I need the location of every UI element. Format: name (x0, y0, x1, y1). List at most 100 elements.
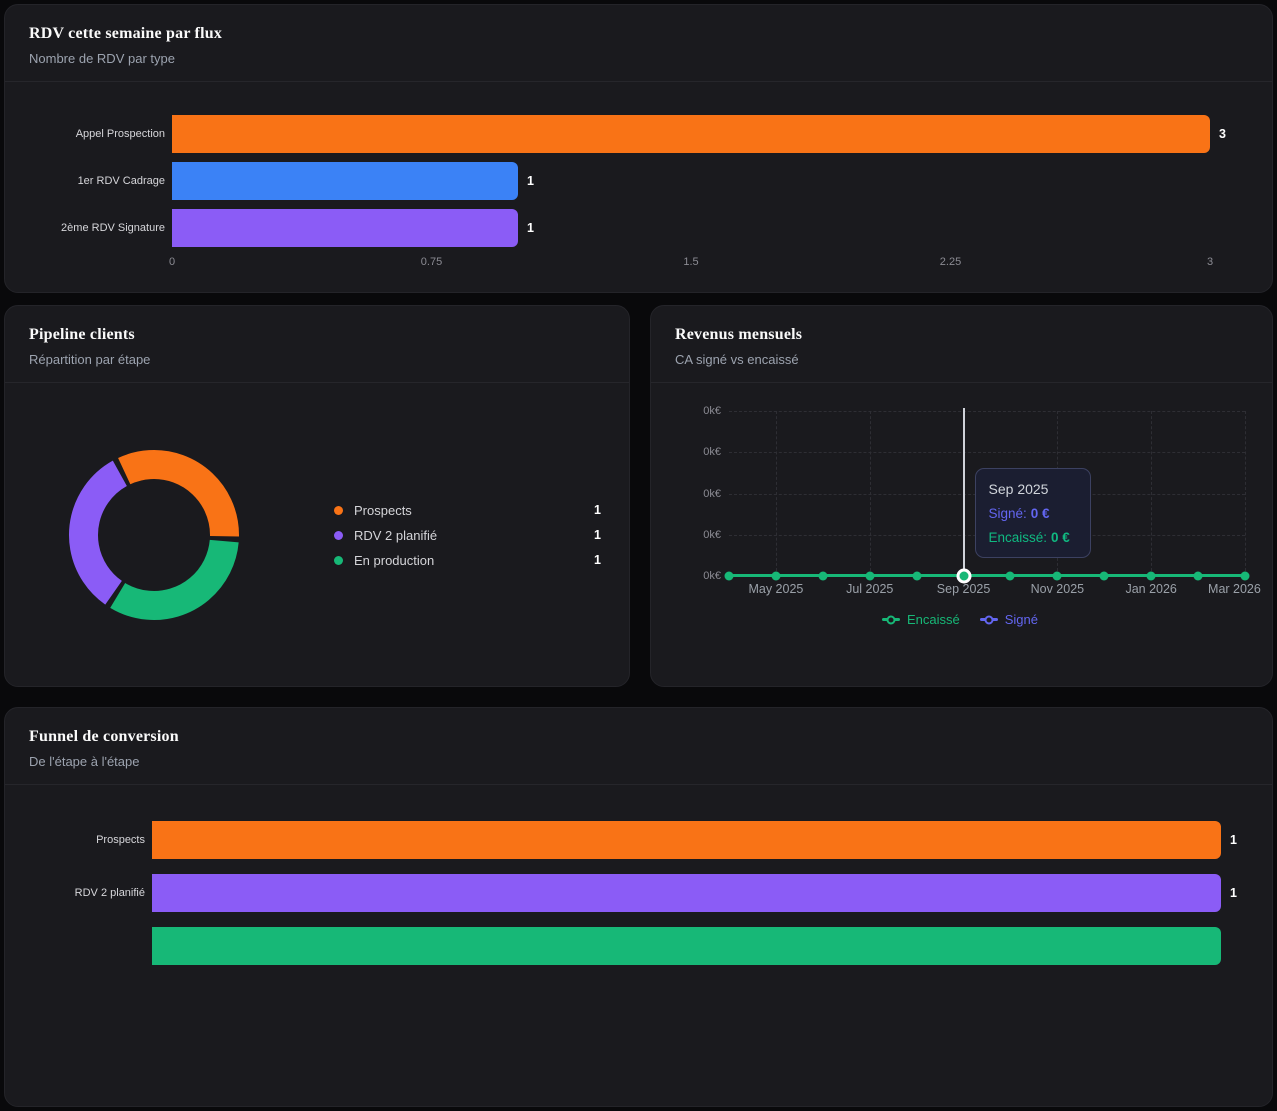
y-axis-tick: 0k€ (703, 529, 721, 541)
bar-category-label: Prospects (29, 833, 145, 847)
legend-dot-icon (334, 556, 343, 565)
x-axis-tick: 0 (169, 256, 175, 268)
data-point[interactable] (1100, 572, 1109, 581)
bar-category-label: RDV 2 planifié (29, 886, 145, 900)
data-point-active-sep-2025[interactable] (956, 569, 971, 584)
funnel-bar-chart: Prospects 1 RDV 2 planifié 1 (5, 785, 1272, 965)
revenus-body: 0k€ 0k€ 0k€ 0k€ 0k€ (651, 383, 1272, 627)
legend-item-prospects[interactable]: Prospects 1 (334, 498, 601, 523)
bar-third-stage[interactable] (152, 927, 1221, 965)
gridline (776, 411, 777, 576)
plot-area[interactable]: Sep 2025 Signé:0 € Encaissé:0 € (729, 411, 1245, 576)
x-axis-label: Jan 2026 (1125, 582, 1176, 596)
rdv-week-card: RDV cette semaine par flux Nombre de RDV… (4, 4, 1273, 293)
revenus-card-header: Revenus mensuels CA signé vs encaissé (651, 306, 1272, 383)
legend-dot-icon (334, 531, 343, 540)
y-axis-tick: 0k€ (703, 488, 721, 500)
legend-label: Signé (1005, 612, 1038, 627)
bar-1er-rdv-cadrage[interactable] (172, 162, 518, 200)
x-axis-track: May 2025 Jul 2025 Sep 2025 Nov 2025 Jan … (729, 582, 1245, 598)
bar-category-label: 2ème RDV Signature (29, 221, 165, 235)
legend-dot-icon (334, 506, 343, 515)
legend-value: 1 (594, 553, 601, 567)
x-axis-tick: 1.5 (683, 256, 698, 268)
x-axis: 0 0.75 1.5 2.25 3 (29, 256, 1210, 270)
pipeline-card: Pipeline clients Répartition par étape P… (4, 305, 630, 687)
pipeline-card-title: Pipeline clients (29, 325, 605, 345)
line-marker-icon (882, 618, 900, 621)
bar-rdv2-planifie[interactable] (152, 874, 1221, 912)
x-axis-label: Jul 2025 (846, 582, 893, 596)
line-chart-legend: Encaissé Signé (675, 612, 1245, 627)
bar-category-label: Appel Prospection (29, 127, 165, 141)
bar-track: 1 (152, 821, 1221, 859)
data-point[interactable] (1194, 572, 1203, 581)
bar-row: Prospects 1 (29, 821, 1221, 859)
bar-track: 1 (152, 874, 1221, 912)
bar-prospects[interactable] (152, 821, 1221, 859)
legend-item-en-production[interactable]: En production 1 (334, 548, 601, 573)
series-line-encaisse[interactable] (729, 574, 1245, 577)
data-point[interactable] (912, 572, 921, 581)
bar-value: 1 (527, 174, 534, 188)
gridline (1151, 411, 1152, 576)
dashboard-page: RDV cette semaine par flux Nombre de RDV… (0, 0, 1277, 1111)
legend-label: En production (354, 553, 434, 568)
bar-row: 2ème RDV Signature 1 (29, 209, 1210, 247)
donut-chart[interactable] (66, 447, 242, 623)
revenus-card-subtitle: CA signé vs encaissé (675, 352, 1248, 367)
tooltip-encaisse-value: 0 € (1051, 530, 1070, 545)
tooltip-signe-label: Signé: (989, 506, 1027, 521)
legend-item-encaisse[interactable]: Encaissé (882, 612, 960, 627)
data-point[interactable] (1006, 572, 1015, 581)
legend-value: 1 (594, 503, 601, 517)
bar-category-label: 1er RDV Cadrage (29, 174, 165, 188)
bar-row: 1er RDV Cadrage 1 (29, 162, 1210, 200)
data-point[interactable] (865, 572, 874, 581)
bar-track: 1 (172, 162, 1210, 200)
legend-item-signe[interactable]: Signé (980, 612, 1038, 627)
x-axis: May 2025 Jul 2025 Sep 2025 Nov 2025 Jan … (675, 582, 1245, 598)
chart-tooltip: Sep 2025 Signé:0 € Encaissé:0 € (975, 468, 1091, 558)
data-point[interactable] (771, 572, 780, 581)
bar-value: 1 (527, 221, 534, 235)
bar-track: 3 (172, 115, 1210, 153)
y-axis: 0k€ 0k€ 0k€ 0k€ 0k€ (675, 411, 729, 576)
data-point[interactable] (1053, 572, 1062, 581)
legend-value: 1 (594, 528, 601, 542)
hover-crosshair (963, 408, 965, 576)
x-axis-tick: 3 (1207, 256, 1213, 268)
rdv-card-header: RDV cette semaine par flux Nombre de RDV… (5, 5, 1272, 82)
bar-appel-prospection[interactable] (172, 115, 1210, 153)
revenus-card: Revenus mensuels CA signé vs encaissé 0k… (650, 305, 1273, 687)
x-axis-label: May 2025 (748, 582, 803, 596)
data-point[interactable] (725, 572, 734, 581)
funnel-card: Funnel de conversion De l'étape à l'étap… (4, 707, 1273, 1107)
line-marker-icon (980, 618, 998, 621)
legend-label: Encaissé (907, 612, 960, 627)
data-point[interactable] (818, 572, 827, 581)
data-point[interactable] (1241, 572, 1250, 581)
gridline (729, 452, 1245, 453)
bar-row (29, 927, 1221, 965)
legend-item-rdv2-planifie[interactable]: RDV 2 planifié 1 (334, 523, 601, 548)
gridline (1245, 411, 1246, 576)
y-axis-tick: 0k€ (703, 446, 721, 458)
revenus-card-title: Revenus mensuels (675, 325, 1248, 345)
x-axis-tick: 2.25 (940, 256, 961, 268)
bar-row: RDV 2 planifié 1 (29, 874, 1221, 912)
rdv-bar-chart: Appel Prospection 3 1er RDV Cadrage 1 2è… (5, 82, 1272, 270)
tooltip-signe-row: Signé:0 € (989, 506, 1077, 521)
tooltip-encaisse-row: Encaissé:0 € (989, 530, 1077, 545)
x-axis-tick: 0.75 (421, 256, 442, 268)
pipeline-card-header: Pipeline clients Répartition par étape (5, 306, 629, 383)
bar-2eme-rdv-signature[interactable] (172, 209, 518, 247)
gridline (870, 411, 871, 576)
funnel-card-header: Funnel de conversion De l'étape à l'étap… (5, 708, 1272, 785)
data-point[interactable] (1147, 572, 1156, 581)
legend-label: RDV 2 planifié (354, 528, 437, 543)
rdv-card-subtitle: Nombre de RDV par type (29, 51, 1248, 66)
pipeline-card-subtitle: Répartition par étape (29, 352, 605, 367)
middle-row: Pipeline clients Répartition par étape P… (4, 305, 1273, 687)
x-axis-label: Nov 2025 (1031, 582, 1085, 596)
